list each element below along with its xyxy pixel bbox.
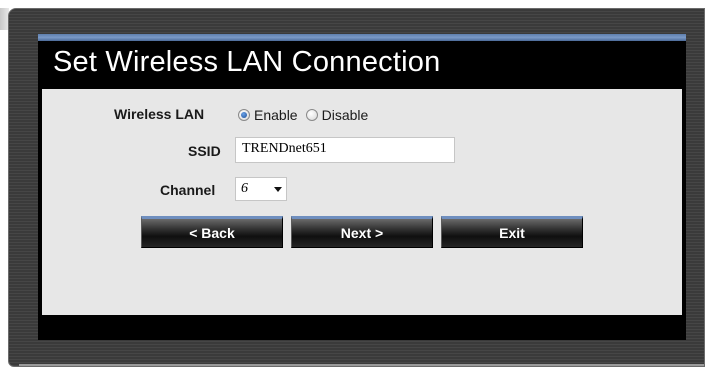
chevron-down-icon xyxy=(274,186,282,192)
ssid-input[interactable]: TRENDnet651 xyxy=(235,137,455,163)
frame-bottom-strip xyxy=(19,364,704,366)
wizard-dialog: Set Wireless LAN Connection Wireless LAN… xyxy=(38,34,686,340)
next-button[interactable]: Next > xyxy=(291,216,433,248)
disable-radio-label: Disable xyxy=(321,107,369,123)
exit-button[interactable]: Exit xyxy=(441,216,583,248)
dialog-title: Set Wireless LAN Connection xyxy=(53,46,441,78)
channel-value: 6 xyxy=(241,181,248,196)
dialog-content: Wireless LAN Enable Disable SSID TRENDne… xyxy=(42,89,682,315)
enable-radio-label: Enable xyxy=(254,107,298,123)
dialog-footer-bar xyxy=(38,315,686,340)
back-button[interactable]: < Back xyxy=(141,216,283,248)
channel-label: Channel xyxy=(160,182,216,198)
enable-radio[interactable] xyxy=(238,109,250,121)
ssid-label: SSID xyxy=(188,143,221,159)
disable-radio[interactable] xyxy=(305,109,318,121)
channel-select[interactable]: 6 xyxy=(235,177,287,201)
wireless-lan-disable-option[interactable]: Disable xyxy=(305,107,369,123)
wireless-lan-enable-option[interactable]: Enable xyxy=(238,107,298,123)
wireless-lan-label: Wireless LAN xyxy=(114,106,205,122)
wireless-lan-radio-group: Enable Disable xyxy=(238,105,376,125)
dialog-top-accent xyxy=(38,34,686,41)
